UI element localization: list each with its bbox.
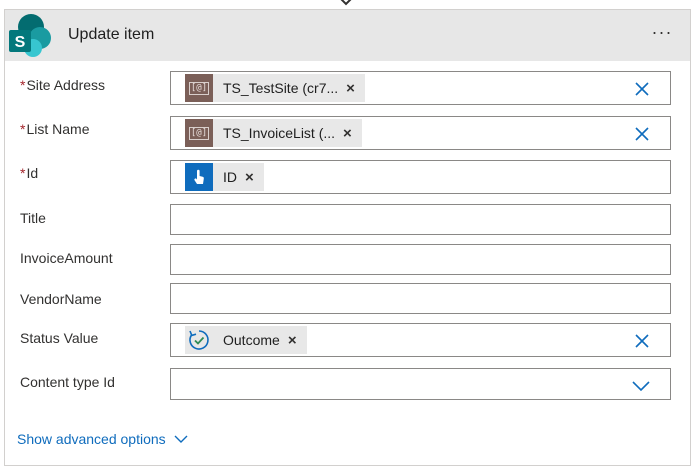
show-advanced-options-label: Show advanced options — [17, 431, 166, 447]
row-site-address: *Site Address [@] TS_TestSite (cr7... × — [5, 71, 690, 107]
clear-icon[interactable] — [634, 81, 650, 97]
update-item-action-card: S Update item ··· *Site Address [@] TS_T… — [4, 9, 691, 466]
remove-token-button[interactable]: × — [245, 169, 254, 186]
row-vendor-name: VendorName — [5, 283, 690, 319]
chevron-down-icon — [174, 435, 188, 443]
token-label: Outcome — [223, 332, 280, 348]
approval-icon — [185, 326, 213, 354]
more-options-button[interactable]: ··· — [648, 20, 676, 44]
chevron-down-icon — [632, 381, 650, 392]
action-title: Update item — [68, 26, 155, 43]
clear-icon[interactable] — [634, 126, 650, 142]
remove-token-button[interactable]: × — [343, 125, 352, 142]
id-token[interactable]: ID × — [185, 163, 264, 191]
status-value-token[interactable]: Outcome × — [185, 326, 307, 354]
list-name-token[interactable]: [@] TS_InvoiceList (... × — [185, 119, 362, 147]
remove-token-button[interactable]: × — [346, 80, 355, 97]
row-invoice-amount: InvoiceAmount — [5, 244, 690, 280]
connector-arrow-icon — [340, 0, 352, 6]
required-marker: * — [20, 121, 26, 137]
id-label: *Id — [20, 165, 39, 181]
sharepoint-variable-icon: [@] — [185, 119, 213, 147]
content-type-id-dropdown[interactable] — [170, 368, 671, 400]
sharepoint-logo-icon: S — [9, 14, 51, 57]
site-address-field[interactable]: [@] TS_TestSite (cr7... × — [170, 71, 671, 105]
manual-trigger-icon — [185, 163, 213, 191]
row-title: Title — [5, 204, 690, 240]
status-value-field[interactable]: Outcome × — [170, 323, 671, 357]
token-label: TS_TestSite (cr7... — [223, 80, 339, 96]
sharepoint-variable-icon: [@] — [185, 74, 213, 102]
row-list-name: *List Name [@] TS_InvoiceList (... × — [5, 116, 690, 152]
list-name-field[interactable]: [@] TS_InvoiceList (... × — [170, 116, 671, 150]
content-type-id-label: Content type Id — [20, 374, 115, 390]
svg-text:S: S — [15, 34, 26, 51]
remove-token-button[interactable]: × — [288, 332, 297, 349]
clear-icon[interactable] — [634, 333, 650, 349]
list-name-label: *List Name — [20, 121, 90, 137]
row-status-value: Status Value Outcome × — [5, 323, 690, 359]
status-value-label: Status Value — [20, 330, 99, 346]
token-label: TS_InvoiceList (... — [223, 125, 336, 141]
required-marker: * — [20, 77, 26, 93]
site-address-label: *Site Address — [20, 77, 106, 93]
show-advanced-options-link[interactable]: Show advanced options — [17, 431, 188, 447]
title-input[interactable] — [170, 204, 671, 235]
invoice-amount-input[interactable] — [170, 244, 671, 275]
token-label: ID — [223, 169, 237, 185]
row-content-type-id: Content type Id — [5, 368, 690, 404]
action-header[interactable]: S Update item ··· — [5, 10, 690, 61]
vendor-name-input[interactable] — [170, 283, 671, 314]
site-address-token[interactable]: [@] TS_TestSite (cr7... × — [185, 74, 365, 102]
invoice-amount-label: InvoiceAmount — [20, 250, 113, 266]
id-field[interactable]: ID × — [170, 160, 671, 194]
row-id: *Id ID × — [5, 160, 690, 196]
required-marker: * — [20, 165, 26, 181]
title-label: Title — [20, 210, 46, 226]
vendor-name-label: VendorName — [20, 291, 102, 307]
